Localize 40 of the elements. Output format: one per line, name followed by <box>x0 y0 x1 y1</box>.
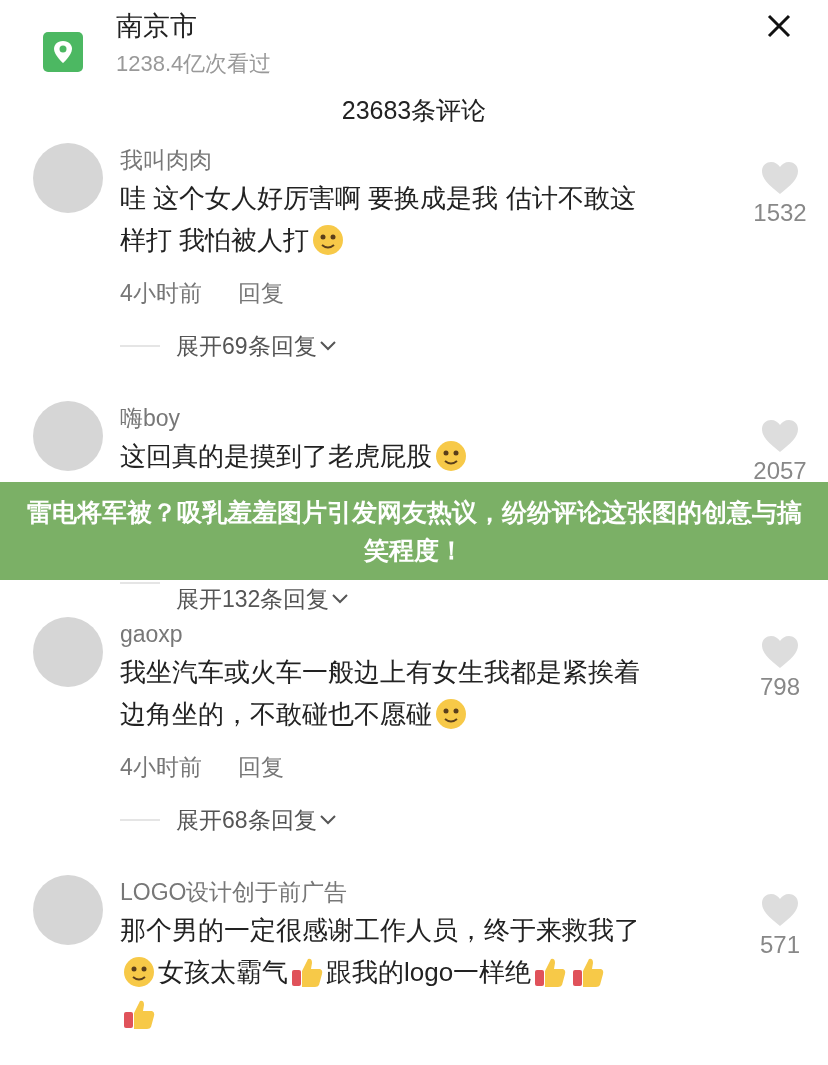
heart-icon[interactable] <box>761 635 799 669</box>
expand-replies-button[interactable]: 展开68条回复 <box>176 802 337 838</box>
expand-replies-button[interactable]: 展开69条回复 <box>176 328 337 364</box>
like-count: 1532 <box>753 198 807 228</box>
reply-button[interactable]: 回复 <box>237 749 284 785</box>
comment-text: 跟我的logo一样绝 <box>326 956 532 989</box>
like-count: 2057 <box>753 456 807 486</box>
user-name[interactable]: 嗨boy <box>120 401 730 435</box>
heart-icon[interactable] <box>761 893 799 927</box>
chevron-down-icon <box>318 814 337 826</box>
view-count: 1238.4亿次看过 <box>116 50 272 78</box>
reply-button[interactable]: 回复 <box>237 275 284 311</box>
emoji-face-icon <box>311 223 346 257</box>
comment-text: 那个男的一定很感谢工作人员，终于来救我了 <box>120 914 640 947</box>
comment-text: 我坐汽车或火车一般边上有女生我都是紧挨着 <box>120 656 640 689</box>
comment-time: 4小时前 <box>120 278 202 308</box>
comment-count: 23683条评论 <box>341 95 487 126</box>
comment-text: 边角坐的，不敢碰也不愿碰 <box>120 698 432 731</box>
user-name[interactable]: gaoxp <box>120 617 730 651</box>
like-count: 571 <box>759 930 800 960</box>
headline-text: 雷电将军被？吸乳羞羞图片引发网友热议，纷纷评论这张图的创意与搞笑程度！ <box>25 497 803 566</box>
chevron-down-icon <box>318 340 337 352</box>
chevron-down-icon <box>331 593 350 606</box>
comment-text: 这回真的是摸到了老虎屁股 <box>120 440 432 473</box>
location-title: 南京市 <box>116 10 198 43</box>
comment-text: 哇 这个女人好厉害啊 要换成是我 估计不敢这 <box>120 182 636 215</box>
emoji-face-icon <box>434 439 468 473</box>
heart-icon[interactable] <box>761 161 799 195</box>
user-name[interactable]: LOGO设计创于前广告 <box>120 875 730 909</box>
location-pin-icon <box>43 32 83 72</box>
emoji-face-icon <box>434 697 468 731</box>
expand-replies-button[interactable]: 展开132条回复 <box>176 582 350 617</box>
comment-time: 4小时前 <box>120 752 202 782</box>
emoji-face-icon <box>122 955 156 989</box>
close-icon[interactable] <box>767 14 791 38</box>
like-count: 798 <box>759 672 800 702</box>
heart-icon[interactable] <box>761 419 799 453</box>
comment-text: 女孩太霸气 <box>158 956 288 989</box>
comment-text: 样打 我怕被人打 <box>120 224 310 257</box>
user-name[interactable]: 我叫肉肉 <box>120 143 730 177</box>
